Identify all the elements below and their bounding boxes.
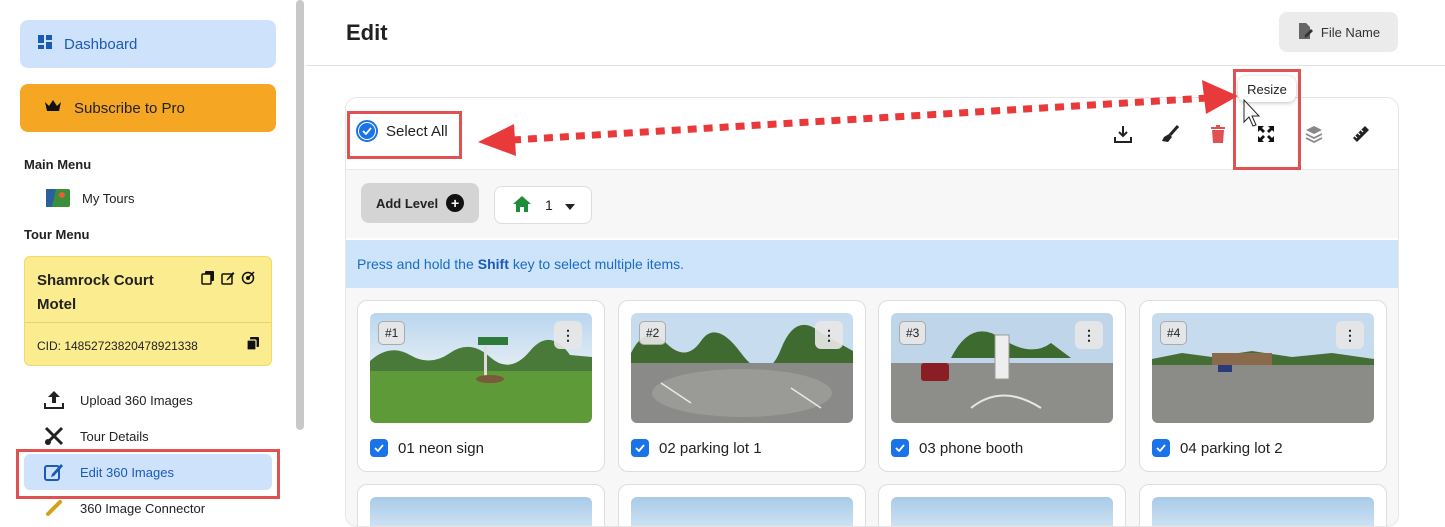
tour-card: Shamrock Court Motel CID: 14852723820478…: [24, 256, 272, 366]
highlight-box-select-all: [347, 111, 462, 159]
image-card[interactable]: [878, 484, 1126, 526]
dashboard-button[interactable]: Dashboard: [20, 20, 276, 68]
sidebar: Dashboard Subscribe to Pro Main Menu My …: [0, 0, 296, 516]
ruler-icon[interactable]: [1349, 122, 1373, 146]
image-card[interactable]: [357, 484, 605, 526]
info-text-after: key to select multiple items.: [512, 256, 685, 272]
brush-icon[interactable]: [1158, 122, 1182, 146]
file-edit-icon: [1297, 22, 1313, 42]
file-name-button[interactable]: File Name: [1279, 12, 1398, 52]
map-icon: [44, 189, 72, 207]
copy-cid-icon[interactable]: [246, 337, 260, 356]
level-select[interactable]: 1: [494, 186, 592, 224]
plus-icon: +: [446, 194, 465, 212]
image-label: 02 parking lot 1: [659, 439, 762, 457]
resize-tooltip: Resize: [1238, 76, 1296, 102]
panorama-thumbnail[interactable]: [1152, 497, 1374, 526]
sidebar-item-label: Tour Details: [80, 428, 149, 444]
shift-info-banner: Press and hold the Shift key to select m…: [346, 240, 1398, 288]
edit-icon[interactable]: [221, 271, 235, 290]
image-number: #1: [378, 321, 406, 345]
subscribe-label: Subscribe to Pro: [74, 99, 185, 117]
tour-name: Shamrock Court Motel: [37, 272, 154, 313]
add-level-label: Add Level: [375, 195, 439, 211]
sidebar-item-label: 360 Image Connector: [80, 500, 206, 516]
image-label: 01 neon sign: [398, 439, 484, 457]
sidebar-item-my-tours[interactable]: My Tours: [44, 188, 135, 208]
tour-cid: CID: 14852723820478921338: [37, 339, 198, 353]
highlight-box-edit-images: [16, 449, 280, 499]
upload-icon: [40, 391, 68, 409]
panorama-thumbnail[interactable]: [631, 497, 853, 526]
more-options-icon[interactable]: ⋮: [815, 321, 843, 349]
level-value: 1: [545, 197, 553, 213]
image-card[interactable]: [1139, 484, 1387, 526]
info-key: Shift: [477, 256, 509, 272]
share-icon[interactable]: [241, 271, 255, 290]
main-menu-heading: Main Menu: [24, 157, 92, 172]
sidebar-item-upload[interactable]: Upload 360 Images: [40, 390, 193, 410]
home-icon: [513, 195, 531, 215]
sidebar-item-connector[interactable]: 360 Image Connector: [40, 498, 205, 518]
panorama-thumbnail[interactable]: [370, 497, 592, 526]
add-level-button[interactable]: Add Level +: [361, 183, 479, 223]
crown-icon: [44, 99, 62, 117]
download-icon[interactable]: [1111, 122, 1135, 146]
chevron-down-icon: [564, 197, 575, 213]
sidebar-item-tour-details[interactable]: Tour Details: [40, 426, 149, 446]
dashboard-label: Dashboard: [64, 35, 138, 53]
trash-icon[interactable]: [1206, 122, 1230, 146]
page-title: Edit: [346, 20, 388, 45]
dashboard-icon: [38, 35, 52, 53]
sidebar-scrollbar[interactable]: [296, 0, 304, 430]
link-icon: [40, 498, 68, 518]
image-number: #3: [899, 321, 927, 345]
image-checkbox[interactable]: [1152, 439, 1170, 457]
more-options-icon[interactable]: ⋮: [554, 321, 582, 349]
subscribe-pro-button[interactable]: Subscribe to Pro: [20, 84, 276, 132]
tour-menu-heading: Tour Menu: [24, 227, 90, 242]
layers-icon[interactable]: [1302, 122, 1326, 146]
image-card[interactable]: #3 ⋮ 03 phone booth: [878, 300, 1126, 472]
image-card[interactable]: #1 ⋮ 01 neon sign: [357, 300, 605, 472]
my-tours-label: My Tours: [82, 190, 135, 206]
image-number: #4: [1160, 321, 1188, 345]
image-checkbox[interactable]: [631, 439, 649, 457]
panorama-thumbnail[interactable]: [891, 497, 1113, 526]
sidebar-item-label: Upload 360 Images: [80, 392, 193, 408]
header-divider: [306, 65, 1445, 66]
more-options-icon[interactable]: ⋮: [1336, 321, 1364, 349]
more-options-icon[interactable]: ⋮: [1075, 321, 1103, 349]
image-checkbox[interactable]: [370, 439, 388, 457]
copy-icon[interactable]: [201, 271, 215, 290]
image-card[interactable]: #2 ⋮ 02 parking lot 1: [618, 300, 866, 472]
image-checkbox[interactable]: [891, 439, 909, 457]
tools-icon: [40, 426, 68, 446]
image-label: 03 phone booth: [919, 439, 1024, 457]
image-number: #2: [639, 321, 667, 345]
image-label: 04 parking lot 2: [1180, 439, 1283, 457]
image-grid: #1 ⋮ 01 neon sign #2 ⋮ 02 parking lot 1: [346, 288, 1398, 526]
image-card[interactable]: #4 ⋮ 04 parking lot 2: [1139, 300, 1387, 472]
info-text-before: Press and hold the: [357, 256, 474, 272]
image-card[interactable]: [618, 484, 866, 526]
file-name-label: File Name: [1320, 24, 1381, 40]
tour-card-divider: [25, 322, 271, 323]
